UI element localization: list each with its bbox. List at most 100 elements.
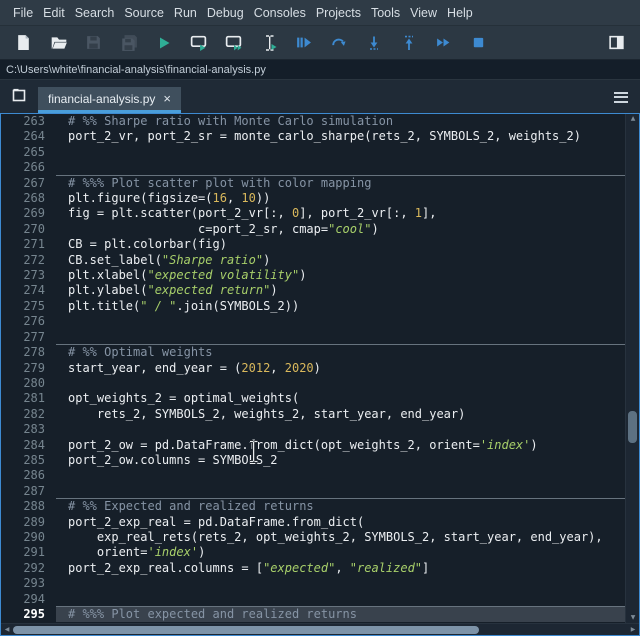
tab-close-icon[interactable]: ×	[163, 92, 171, 105]
menu-help[interactable]: Help	[442, 6, 478, 20]
horizontal-scrollbar-thumb[interactable]	[13, 626, 479, 634]
line-number: 278	[1, 345, 56, 361]
code-line-272[interactable]: 272 CB.set_label("Sharpe ratio")	[1, 252, 625, 269]
code-text: port_2_ow = pd.DataFrame.from_dict(opt_w…	[68, 437, 538, 452]
line-number: 283	[1, 422, 56, 438]
open-folder-icon	[50, 34, 68, 52]
run-cell-icon	[189, 33, 208, 52]
menu-file[interactable]: File	[8, 6, 38, 20]
line-number: 266	[1, 160, 56, 176]
code-text: plt.xlabel("expected volatility")	[68, 268, 307, 283]
main-toolbar	[0, 26, 640, 60]
code-text: port_2_exp_real = pd.DataFrame.from_dict…	[68, 514, 365, 529]
code-line-270[interactable]: 270 c=port_2_sr, cmap="cool")	[1, 221, 625, 238]
line-number: 270	[1, 221, 56, 238]
line-number: 284	[1, 437, 56, 453]
menu-view[interactable]: View	[405, 6, 442, 20]
run-cell-advance-button[interactable]	[216, 29, 251, 57]
step-into-icon	[366, 35, 382, 51]
code-line-285[interactable]: 285 port_2_ow.columns = SYMBOLS_2	[1, 452, 625, 469]
code-line-294[interactable]: 294	[1, 591, 625, 607]
step-over-button[interactable]	[321, 29, 356, 57]
editor-options-button[interactable]	[608, 84, 634, 110]
maximize-pane-icon	[608, 34, 625, 51]
vertical-scrollbar[interactable]: ▲ ▼	[625, 114, 639, 623]
code-text: plt.ylabel("expected return")	[68, 283, 278, 298]
menu-search[interactable]: Search	[70, 6, 120, 20]
step-into-button[interactable]	[356, 29, 391, 57]
run-file-button[interactable]	[146, 29, 181, 57]
stop-debug-button[interactable]	[461, 29, 496, 57]
line-number: 276	[1, 314, 56, 330]
code-line-274[interactable]: 274 plt.ylabel("expected return")	[1, 283, 625, 299]
code-text: fig = plt.scatter(port_2_vr[:, 0], port_…	[68, 206, 437, 221]
save-all-button[interactable]	[111, 29, 146, 57]
code-line-286[interactable]: 286	[1, 468, 625, 484]
code-line-271[interactable]: 271 CB = plt.colorbar(fig)	[1, 237, 625, 253]
code-line-283[interactable]: 283	[1, 422, 625, 438]
code-line-295[interactable]: 295 # %%% Plot expected and realized retu…	[1, 607, 625, 623]
horizontal-scrollbar[interactable]: ◀ ▶	[1, 623, 639, 635]
menu-run[interactable]: Run	[169, 6, 202, 20]
line-number: 295	[1, 607, 56, 623]
code-area[interactable]: 263 # %% Sharpe ratio with Monte Carlo si…	[1, 114, 639, 623]
tab-financial-analysis[interactable]: financial-analysis.py ×	[38, 87, 181, 113]
code-line-276[interactable]: 276	[1, 314, 625, 330]
menu-debug[interactable]: Debug	[202, 6, 249, 20]
continue-execution-button[interactable]	[426, 29, 461, 57]
menu-source[interactable]: Source	[119, 6, 169, 20]
line-number: 288	[1, 499, 56, 515]
code-line-282[interactable]: 282 rets_2, SYMBOLS_2, weights_2, start_…	[1, 406, 625, 423]
step-out-button[interactable]	[391, 29, 426, 57]
code-line-268[interactable]: 268 plt.figure(figsize=(16, 10))	[1, 191, 625, 207]
browse-tabs-button[interactable]	[6, 84, 32, 110]
code-line-275[interactable]: 275 plt.title(" / ".join(SYMBOLS_2))	[1, 298, 625, 315]
line-number: 293	[1, 576, 56, 592]
code-line-293[interactable]: 293	[1, 576, 625, 592]
debug-file-button[interactable]	[286, 29, 321, 57]
code-line-263[interactable]: 263 # %% Sharpe ratio with Monte Carlo si…	[1, 114, 625, 130]
code-line-267[interactable]: 267 # %%% Plot scatter plot with color ma…	[1, 175, 625, 192]
code-line-289[interactable]: 289 port_2_exp_real = pd.DataFrame.from_d…	[1, 514, 625, 530]
code-line-266[interactable]: 266	[1, 160, 625, 176]
code-text: exp_real_rets(rets_2, opt_weights_2, SYM…	[68, 529, 603, 544]
code-line-264[interactable]: 264 port_2_vr, port_2_sr = monte_carlo_sh…	[1, 129, 625, 145]
maximize-pane-button[interactable]	[599, 29, 634, 57]
code-line-279[interactable]: 279 start_year, end_year = (2012, 2020)	[1, 360, 625, 376]
line-number: 291	[1, 545, 56, 561]
new-file-button[interactable]	[6, 29, 41, 57]
menu-tools[interactable]: Tools	[366, 6, 405, 20]
code-line-290[interactable]: 290 exp_real_rets(rets_2, opt_weights_2,…	[1, 529, 625, 546]
scroll-left-arrow[interactable]: ◀	[1, 624, 13, 635]
line-number: 268	[1, 191, 56, 207]
run-selection-button[interactable]	[251, 29, 286, 57]
scroll-up-arrow[interactable]: ▲	[626, 114, 639, 124]
scroll-right-arrow[interactable]: ▶	[627, 624, 639, 635]
code-line-288[interactable]: 288 # %% Expected and realized returns	[1, 499, 625, 515]
vertical-scrollbar-thumb[interactable]	[628, 411, 637, 443]
code-line-269[interactable]: 269 fig = plt.scatter(port_2_vr[:, 0], po…	[1, 206, 625, 222]
code-line-292[interactable]: 292 port_2_exp_real.columns = ["expected"…	[1, 560, 625, 577]
code-line-265[interactable]: 265	[1, 144, 625, 161]
menu-consoles[interactable]: Consoles	[249, 6, 311, 20]
menu-projects[interactable]: Projects	[311, 6, 366, 20]
save-all-icon	[120, 34, 138, 52]
code-line-277[interactable]: 277	[1, 329, 625, 346]
file-path-bar: C:\Users\white\financial-analysis\financ…	[0, 60, 640, 80]
code-line-287[interactable]: 287	[1, 483, 625, 500]
code-line-284[interactable]: 284 port_2_ow = pd.DataFrame.from_dict(op…	[1, 437, 625, 453]
line-number: 292	[1, 560, 56, 577]
open-file-button[interactable]	[41, 29, 76, 57]
code-line-281[interactable]: 281 opt_weights_2 = optimal_weights(	[1, 391, 625, 407]
code-line-291[interactable]: 291 orient='index')	[1, 545, 625, 561]
line-number: 279	[1, 360, 56, 376]
run-cell-button[interactable]	[181, 29, 216, 57]
code-line-278[interactable]: 278 # %% Optimal weights	[1, 345, 625, 361]
scroll-down-arrow[interactable]: ▼	[626, 613, 639, 623]
menu-edit[interactable]: Edit	[38, 6, 70, 20]
save-file-button[interactable]	[76, 29, 111, 57]
step-over-icon	[330, 34, 347, 51]
code-line-273[interactable]: 273 plt.xlabel("expected volatility")	[1, 268, 625, 284]
code-line-280[interactable]: 280	[1, 375, 625, 392]
